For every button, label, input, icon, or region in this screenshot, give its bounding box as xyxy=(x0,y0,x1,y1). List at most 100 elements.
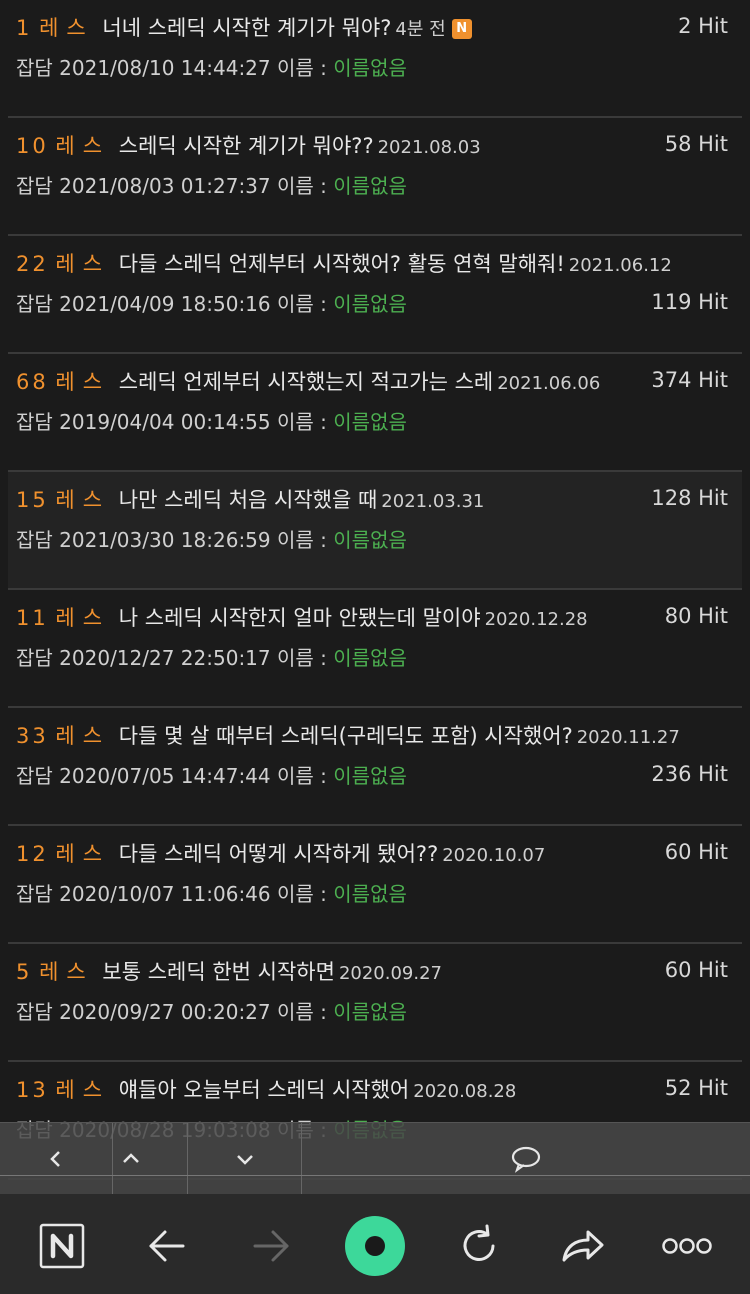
board-name: 잡담 xyxy=(16,410,53,434)
toolbar-divider xyxy=(0,1175,750,1176)
naver-home-button[interactable] xyxy=(32,1216,92,1276)
author-name: 이름없음 xyxy=(333,646,407,670)
reply-count: 22 xyxy=(16,252,49,276)
thread-updated-date: 4분 전 xyxy=(395,19,446,40)
thread-title[interactable]: 얘들아 오늘부터 스레딕 시작했어 xyxy=(119,1078,410,1102)
reply-count: 1 xyxy=(16,16,33,40)
thread-list-item[interactable]: 15 레스 나만 스레딕 처음 시작했을 때 2021.03.31 잡담 2021/… xyxy=(8,472,742,590)
thread-list-item[interactable]: 68 레스 스레딕 언제부터 시작했는지 적고가는 스레 2021.06.06 잡담… xyxy=(8,354,742,472)
reply-label: 레스 xyxy=(55,1078,111,1102)
board-name: 잡담 xyxy=(16,56,53,80)
board-name: 잡담 xyxy=(16,292,53,316)
author-label: 이름 : xyxy=(277,528,327,552)
thread-title-line: 33 레스 다들 몇 살 때부터 스레딕(구레딕도 포함) 시작했어? 2020.… xyxy=(16,720,680,750)
thread-title-line: 5 레스 보통 스레딕 한번 시작하면 2020.09.27 xyxy=(16,956,622,986)
author-label: 이름 : xyxy=(277,1000,327,1024)
thread-meta-line: 잡담 2021/08/03 01:27:37 이름 : 이름없음 xyxy=(16,170,407,199)
refresh-button[interactable] xyxy=(449,1216,509,1276)
thread-title[interactable]: 스레딕 시작한 계기가 뭐야?? xyxy=(119,134,374,158)
author-label: 이름 : xyxy=(277,764,327,788)
hit-count: 128 Hit xyxy=(651,486,728,510)
reply-count: 11 xyxy=(16,606,49,630)
thread-title[interactable]: 너네 스레딕 시작한 계기가 뭐야? xyxy=(102,16,391,40)
thread-list-item[interactable]: 12 레스 다들 스레딕 어떻게 시작하게 됐어?? 2020.10.07 잡담 2… xyxy=(8,826,742,944)
thread-list: 1 레스 너네 스레딕 시작한 계기가 뭐야? 4분 전 N 잡담 2021/08/1… xyxy=(8,0,742,1180)
hit-count: 80 Hit xyxy=(664,604,728,628)
more-button[interactable] xyxy=(657,1216,717,1276)
comment-icon xyxy=(511,1146,541,1173)
hit-count: 60 Hit xyxy=(664,840,728,864)
thread-updated-date: 2020.10.07 xyxy=(442,845,546,866)
created-timestamp: 2021/08/03 01:27:37 xyxy=(59,174,271,198)
thread-title[interactable]: 다들 스레딕 어떻게 시작하게 됐어?? xyxy=(119,842,438,866)
refresh-icon xyxy=(463,1224,495,1261)
thread-meta-line: 잡담 2021/04/09 18:50:16 이름 : 이름없음 xyxy=(16,288,407,317)
chevron-left-icon xyxy=(50,1151,60,1167)
thread-title[interactable]: 나 스레딕 시작한지 얼마 안됐는데 말이야 xyxy=(119,606,481,630)
thread-title[interactable]: 다들 스레딕 언제부터 시작했어? 활동 연혁 말해줘! xyxy=(119,252,565,276)
reply-label: 레스 xyxy=(55,488,111,512)
chevron-up-icon xyxy=(123,1153,139,1163)
thread-title-line: 11 레스 나 스레딕 시작한지 얼마 안됐는데 말이야 2020.12.28 xyxy=(16,602,622,632)
thread-meta-line: 잡담 2020/12/27 22:50:17 이름 : 이름없음 xyxy=(16,642,407,671)
hit-count: 60 Hit xyxy=(664,958,728,982)
author-label: 이름 : xyxy=(277,410,327,434)
thread-updated-date: 2020.09.27 xyxy=(338,963,442,984)
reply-count: 13 xyxy=(16,1078,49,1102)
created-timestamp: 2021/03/30 18:26:59 xyxy=(59,528,271,552)
forward-button[interactable] xyxy=(241,1216,301,1276)
thread-list-item[interactable]: 22 레스 다들 스레딕 언제부터 시작했어? 활동 연혁 말해줘! 2021.0… xyxy=(8,236,742,354)
thread-updated-date: 2020.08.28 xyxy=(413,1081,517,1102)
reply-count: 33 xyxy=(16,724,49,748)
created-timestamp: 2020/10/07 11:06:46 xyxy=(59,882,271,906)
reply-label: 레스 xyxy=(55,134,111,158)
thread-list-item[interactable]: 5 레스 보통 스레딕 한번 시작하면 2020.09.27 잡담 2020/09/… xyxy=(8,944,742,1062)
hit-count: 58 Hit xyxy=(664,132,728,156)
thread-meta-line: 잡담 2019/04/04 00:14:55 이름 : 이름없음 xyxy=(16,406,407,435)
board-name: 잡담 xyxy=(16,1000,53,1024)
board-name: 잡담 xyxy=(16,174,53,198)
reply-count: 10 xyxy=(16,134,49,158)
thread-list-item[interactable]: 11 레스 나 스레딕 시작한지 얼마 안됐는데 말이야 2020.12.28 잡담… xyxy=(8,590,742,708)
author-name: 이름없음 xyxy=(333,410,407,434)
thread-title-line: 1 레스 너네 스레딕 시작한 계기가 뭐야? 4분 전N xyxy=(16,12,622,42)
reply-label: 레스 xyxy=(55,252,111,276)
thread-title-line: 22 레스 다들 스레딕 언제부터 시작했어? 활동 연혁 말해줘! 2021.0… xyxy=(16,248,672,278)
reply-label: 레스 xyxy=(55,606,111,630)
share-icon xyxy=(562,1230,604,1262)
comment-button[interactable] xyxy=(500,1143,552,1175)
thread-updated-date: 2021.06.12 xyxy=(568,255,672,276)
scroll-up-button[interactable] xyxy=(75,1123,188,1195)
created-timestamp: 2020/09/27 00:20:27 xyxy=(59,1000,271,1024)
back-button[interactable] xyxy=(137,1216,197,1276)
thread-list-item[interactable]: 1 레스 너네 스레딕 시작한 계기가 뭐야? 4분 전 N 잡담 2021/08/1… xyxy=(8,0,742,118)
reply-label: 레스 xyxy=(39,960,94,984)
author-label: 이름 : xyxy=(277,882,327,906)
reply-label: 레스 xyxy=(55,724,111,748)
reply-count: 68 xyxy=(16,370,49,394)
thread-list-item[interactable]: 10 레스 스레딕 시작한 계기가 뭐야?? 2021.08.03 잡담 2021/… xyxy=(8,118,742,236)
reply-count: 12 xyxy=(16,842,49,866)
thread-list-item[interactable]: 33 레스 다들 몇 살 때부터 스레딕(구레딕도 포함) 시작했어? 2020.… xyxy=(8,708,742,826)
thread-meta-line: 잡담 2020/10/07 11:06:46 이름 : 이름없음 xyxy=(16,878,407,907)
new-badge: N xyxy=(451,19,472,39)
hit-count: 119 Hit xyxy=(651,290,728,314)
share-button[interactable] xyxy=(553,1216,613,1276)
board-name: 잡담 xyxy=(16,528,53,552)
reply-count: 5 xyxy=(16,960,33,984)
reply-count: 15 xyxy=(16,488,49,512)
thread-title[interactable]: 다들 몇 살 때부터 스레딕(구레딕도 포함) 시작했어? xyxy=(119,724,573,748)
thread-updated-date: 2021.06.06 xyxy=(497,373,601,394)
author-label: 이름 : xyxy=(277,292,327,316)
thread-title[interactable]: 스레딕 언제부터 시작했는지 적고가는 스레 xyxy=(119,370,493,394)
naver-n-icon xyxy=(39,1223,85,1269)
author-name: 이름없음 xyxy=(333,882,407,906)
thread-title[interactable]: 나만 스레딕 처음 시작했을 때 xyxy=(119,488,378,512)
thread-title[interactable]: 보통 스레딕 한번 시작하면 xyxy=(102,960,335,984)
reply-label: 레스 xyxy=(55,370,111,394)
chevron-down-icon xyxy=(237,1155,253,1165)
scroll-down-button[interactable] xyxy=(189,1123,302,1195)
author-label: 이름 : xyxy=(277,646,327,670)
green-dot-button[interactable] xyxy=(345,1216,405,1276)
browser-navbar xyxy=(0,1194,750,1294)
